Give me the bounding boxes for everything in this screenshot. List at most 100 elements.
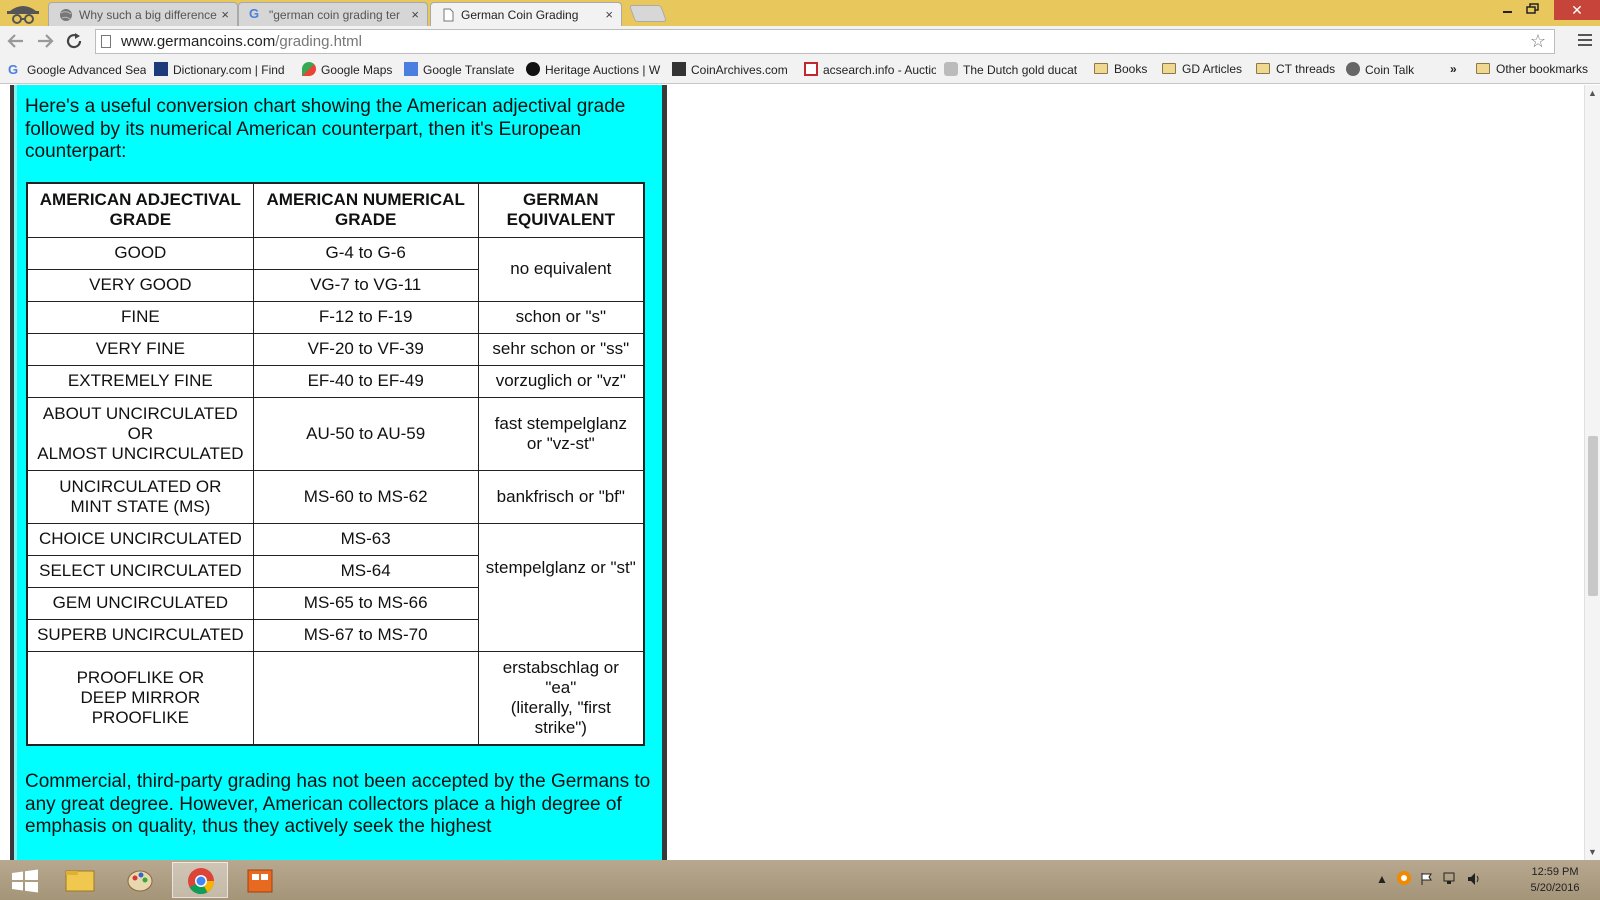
vertical-scrollbar[interactable]: ▲ ▼ [1584,85,1600,860]
bookmark-coinarchives[interactable]: CoinArchives.com [672,62,796,77]
table-row: UNCIRCULATED OR MINT STATE (MS) MS-60 to… [26,469,645,524]
tab-german-coin-grading-search[interactable]: G "german coin grading ter × [238,2,428,26]
folder-icon [1162,63,1176,74]
tray-expand-icon[interactable]: ▲ [1376,872,1388,886]
forward-icon[interactable] [34,30,56,52]
table-row: FINE F-12 to F-19 schon or "s" [26,300,645,334]
table-row: PROOFLIKE OR DEEP MIRROR PROOFLIKE ersta… [26,650,645,746]
bookmark-dutch-gold-ducat[interactable]: The Dutch gold ducat [944,62,1080,77]
german-cell: fast stempelglanz or "vz-st" [477,396,645,471]
window-titlebar: Why such a big difference × G "german co… [0,0,1600,27]
adjectival-cell: UNCIRCULATED OR MINT STATE (MS) [26,469,254,524]
more-bookmarks-chevron[interactable]: » [1450,62,1464,76]
bookmark-folder-gd-articles[interactable]: GD Articles [1162,62,1248,76]
close-window-icon[interactable]: ✕ [1554,0,1600,20]
close-tab-icon[interactable]: × [605,7,613,22]
bookmark-acsearch[interactable]: acsearch.info - Auctio [804,62,936,77]
adjectival-cell: VERY FINE [26,332,254,366]
adjectival-cell: FINE [26,300,254,334]
tab-label: Why such a big difference [79,8,217,22]
file-explorer-icon[interactable] [52,862,108,898]
table-row: EXTREMELY FINE EF-40 to EF-49 vorzuglich… [26,364,645,398]
translate-icon [404,62,418,76]
paint-icon[interactable] [112,862,168,898]
browser-toolbar: www.germancoins.com/grading.html ☆ [0,26,1600,57]
adjectival-cell: SUPERB UNCIRCULATED [26,618,254,652]
adjectival-cell: EXTREMELY FINE [26,364,254,398]
adjectival-cell: PROOFLIKE OR DEEP MIRROR PROOFLIKE [26,650,254,746]
tab-german-coin-grading[interactable]: German Coin Grading × [430,2,622,27]
scroll-down-icon[interactable]: ▼ [1588,847,1597,857]
folder-icon [1094,63,1108,74]
numerical-cell: VF-20 to VF-39 [252,332,479,366]
header-numerical: AMERICAN NUMERICAL GRADE [252,182,479,238]
network-icon[interactable] [1442,872,1458,889]
windows-taskbar: ▲ 12:59 PM 5/20/2016 [0,860,1600,900]
numerical-cell: MS-65 to MS-66 [252,586,479,620]
header-adjectival: AMERICAN ADJECTIVAL GRADE [26,182,254,238]
bookmark-dictionary[interactable]: Dictionary.com | Find [154,62,288,77]
new-tab-button[interactable] [628,5,668,22]
folder-icon [1476,63,1490,74]
windows-start-icon[interactable] [8,868,42,894]
url-text[interactable]: www.germancoins.com/grading.html [121,33,362,50]
minimize-icon[interactable] [1498,0,1518,20]
german-cell: bankfrisch or "bf" [477,469,645,524]
chrome-icon[interactable] [172,862,228,898]
numerical-cell [252,650,479,746]
page-icon [443,8,454,22]
bookmark-folder-other[interactable]: Other bookmarks [1476,62,1598,76]
header-german: GERMAN EQUIVALENT [477,182,645,238]
intro-paragraph: Here's a useful conversion chart showing… [25,96,626,162]
bookmark-folder-books[interactable]: Books [1094,62,1154,76]
close-tab-icon[interactable]: × [411,7,419,22]
chrome-menu-icon[interactable] [1578,34,1592,48]
system-clock[interactable]: 12:59 PM 5/20/2016 [1520,864,1590,896]
german-cell: no equivalent [477,236,645,302]
german-cell: erstabschlag or "ea" (literally, "first … [477,650,645,746]
bookmark-google-translate[interactable]: Google Translate [404,62,518,77]
scrollbar-thumb[interactable] [1588,436,1598,596]
table-row: VERY FINE VF-20 to VF-39 sehr schon or "… [26,332,645,366]
google-icon: G [249,6,260,21]
close-tab-icon[interactable]: × [221,7,229,22]
google-icon: G [8,62,19,77]
numerical-cell: EF-40 to EF-49 [252,364,479,398]
page-icon [101,35,111,48]
table-row: ABOUT UNCIRCULATED OR ALMOST UNCIRCULATE… [26,396,645,471]
coin-talk-icon [1346,62,1360,76]
outro-paragraph: Commercial, third-party grading has not … [25,771,651,837]
bookmarks-bar: G Google Advanced Sea Dictionary.com | Fi… [0,57,1600,84]
reload-icon[interactable] [63,30,85,52]
action-center-flag-icon[interactable] [1420,872,1434,889]
back-icon[interactable] [5,30,27,52]
puzzle-icon [944,62,958,76]
incognito-icon [4,1,42,25]
bookmark-folder-ct-threads[interactable]: CT threads [1256,62,1340,76]
german-cell: sehr schon or "ss" [477,332,645,366]
volume-icon[interactable] [1466,872,1482,889]
office-app-icon[interactable] [232,862,288,898]
scroll-up-icon[interactable]: ▲ [1588,88,1597,98]
bookmark-star-icon[interactable]: ☆ [1530,31,1546,52]
tab-label: German Coin Grading [461,8,579,22]
adjectival-cell: VERY GOOD [26,268,254,302]
numerical-cell: MS-63 [252,522,479,556]
tab-label: "german coin grading ter [269,8,400,22]
bookmark-coin-talk[interactable]: Coin Talk [1346,62,1426,77]
dictionary-icon [154,62,168,76]
content-panel: Here's a useful conversion chart showing… [17,85,667,860]
bookmark-google-maps[interactable]: Google Maps [302,62,398,77]
tab-why-such-difference[interactable]: Why such a big difference × [48,2,238,26]
acsearch-icon [804,62,818,76]
page-content: Here's a useful conversion chart showing… [0,85,1584,860]
bookmark-heritage-auctions[interactable]: Heritage Auctions | W [526,62,662,77]
numerical-cell: MS-67 to MS-70 [252,618,479,652]
tray-app-icon[interactable] [1396,870,1412,889]
adjectival-cell: GOOD [26,236,254,270]
bookmark-google-advanced-search[interactable]: G Google Advanced Sea [8,62,146,77]
address-bar[interactable]: www.germancoins.com/grading.html ☆ [95,29,1555,54]
coinarchives-icon [672,62,686,76]
numerical-cell: G-4 to G-6 [252,236,479,270]
restore-icon[interactable] [1520,0,1544,20]
